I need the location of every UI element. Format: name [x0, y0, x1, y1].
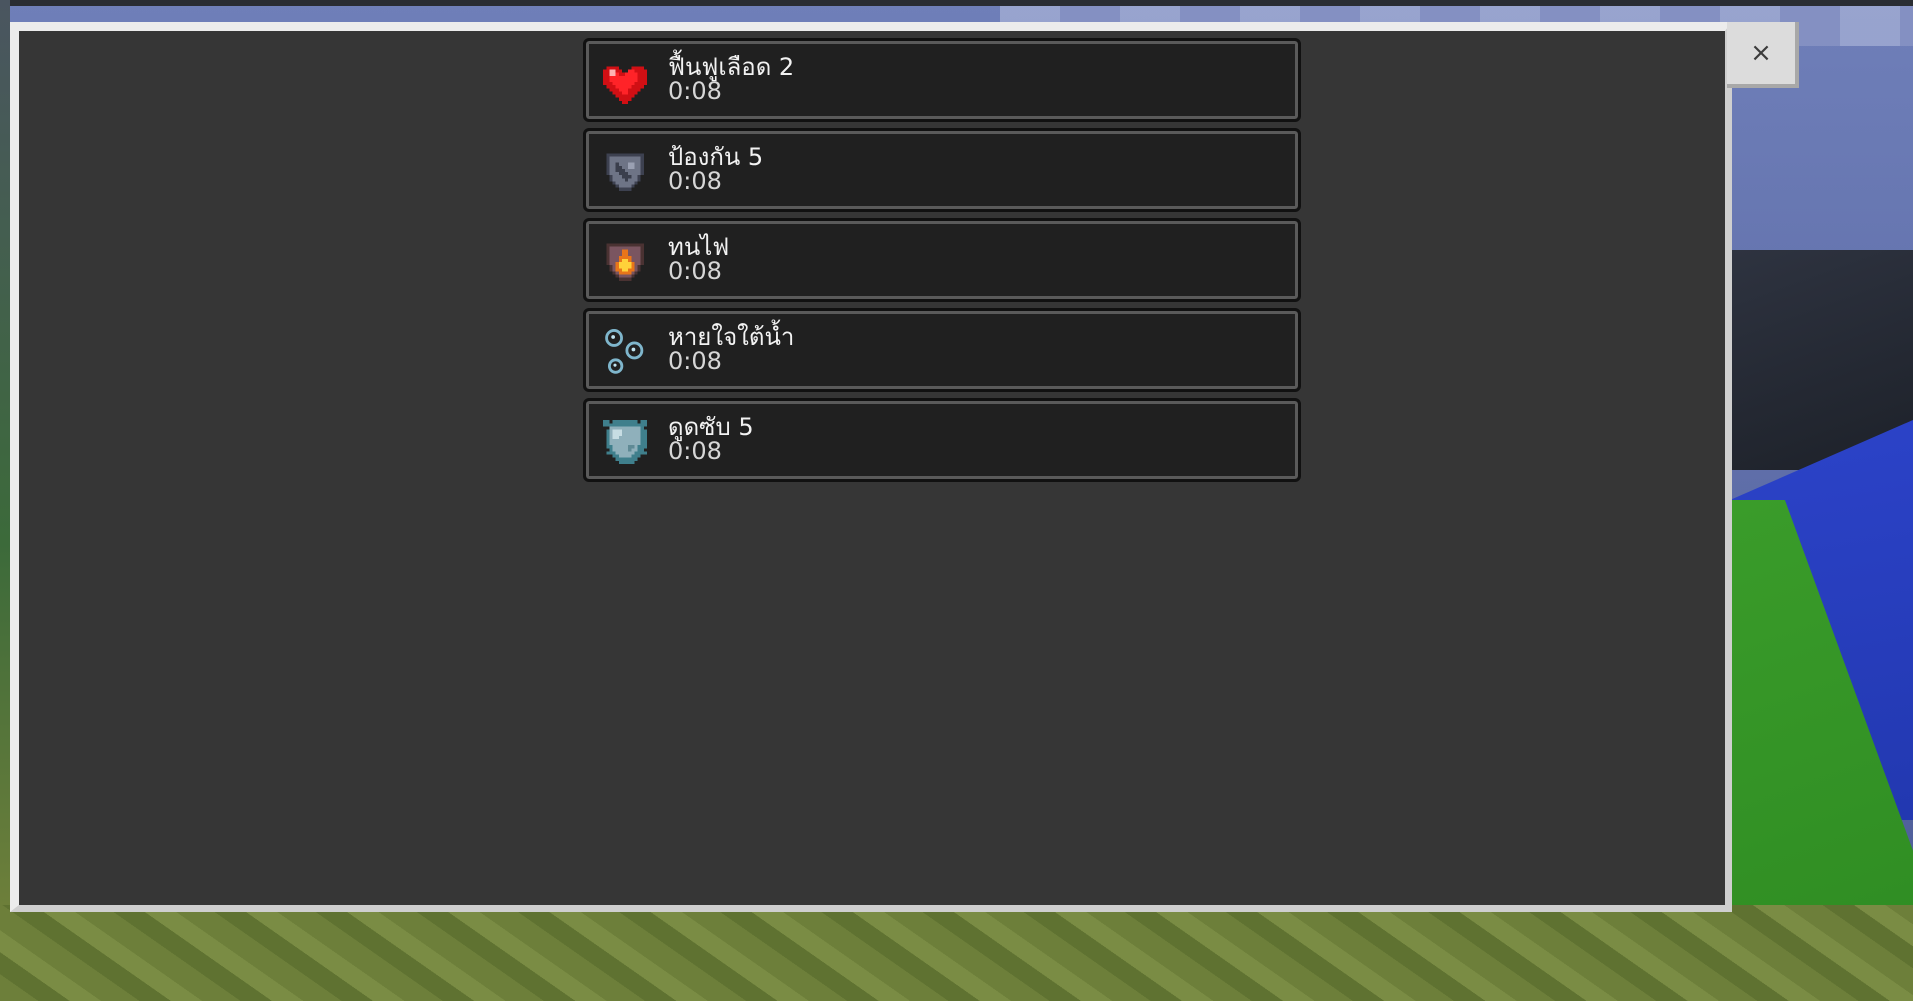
close-icon: ×	[1750, 38, 1772, 68]
resistance-shield-icon	[600, 147, 650, 197]
bubbles-icon	[600, 327, 650, 377]
effect-row-regeneration: ฟื้นฟูเลือด 2 0:08	[583, 38, 1301, 122]
effect-row-absorption: ดูดซับ 5 0:08	[583, 398, 1301, 482]
absorption-shield-icon	[600, 417, 650, 467]
heart-icon	[600, 57, 650, 107]
close-button[interactable]: ×	[1727, 22, 1799, 88]
effect-duration: 0:08	[668, 437, 722, 465]
effect-row-fire-resistance: ทนไฟ 0:08	[583, 218, 1301, 302]
effect-duration: 0:08	[668, 167, 722, 195]
fire-shield-icon	[600, 237, 650, 287]
effect-duration: 0:08	[668, 77, 722, 105]
effects-list: ฟื้นฟูเลือด 2 0:08 ป้องกัน 5 0:08 ทนไฟ 0…	[583, 38, 1301, 488]
world-left-edge	[0, 0, 10, 905]
world-ground	[0, 905, 1913, 1001]
effect-row-resistance: ป้องกัน 5 0:08	[583, 128, 1301, 212]
effect-duration: 0:08	[668, 347, 722, 375]
effect-duration: 0:08	[668, 257, 722, 285]
effect-row-water-breathing: หายใจใต้น้ำ 0:08	[583, 308, 1301, 392]
